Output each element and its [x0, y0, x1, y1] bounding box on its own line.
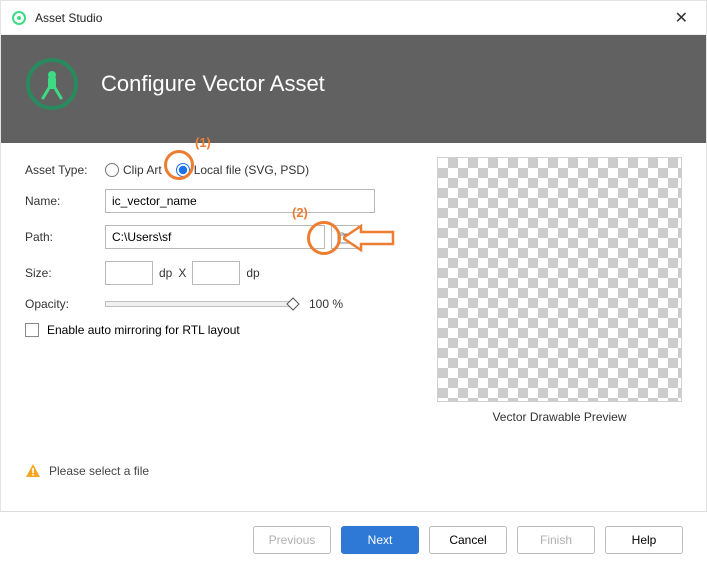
name-row: Name: — [25, 189, 385, 213]
size-row: Size: dp X dp — [25, 261, 385, 285]
opacity-value: 100 % — [309, 297, 349, 311]
size-unit-w: dp — [159, 266, 172, 280]
folder-icon — [337, 230, 353, 244]
window-title: Asset Studio — [35, 11, 667, 25]
size-separator: X — [178, 266, 186, 280]
previous-button[interactable]: Previous — [253, 526, 331, 554]
titlebar: Asset Studio ✕ — [1, 1, 706, 35]
slider-thumb-icon — [286, 297, 300, 311]
opacity-slider[interactable] — [105, 301, 295, 307]
asset-type-label: Asset Type: — [25, 163, 105, 177]
rtl-row[interactable]: Enable auto mirroring for RTL layout — [25, 323, 385, 337]
rtl-label: Enable auto mirroring for RTL layout — [47, 323, 240, 337]
preview-canvas — [437, 157, 682, 402]
warning-text: Please select a file — [49, 464, 149, 478]
warning-message: Please select a file — [25, 463, 149, 479]
opacity-label: Opacity: — [25, 297, 105, 311]
finish-button[interactable]: Finish — [517, 526, 595, 554]
radio-local-file-input[interactable] — [176, 163, 190, 177]
preview-label: Vector Drawable Preview — [437, 410, 682, 424]
page-title: Configure Vector Asset — [101, 71, 325, 97]
size-width-input[interactable] — [105, 261, 153, 285]
radio-clip-art-label: Clip Art — [123, 163, 162, 177]
name-label: Name: — [25, 194, 105, 208]
opacity-row: Opacity: 100 % — [25, 297, 385, 311]
cancel-button[interactable]: Cancel — [429, 526, 507, 554]
next-button[interactable]: Next — [341, 526, 419, 554]
header: Configure Vector Asset — [1, 35, 706, 143]
radio-clip-art[interactable]: Clip Art — [105, 163, 162, 177]
app-icon — [11, 10, 27, 26]
android-studio-logo-icon — [25, 57, 79, 111]
name-input[interactable] — [105, 189, 375, 213]
help-button[interactable]: Help — [605, 526, 683, 554]
preview-panel: Vector Drawable Preview — [437, 157, 682, 424]
content-area: Asset Type: Clip Art Local file (SVG, PS… — [1, 143, 706, 493]
radio-local-file-label: Local file (SVG, PSD) — [194, 163, 309, 177]
footer: Previous Next Cancel Finish Help — [0, 511, 707, 568]
radio-clip-art-input[interactable] — [105, 163, 119, 177]
asset-type-row: Asset Type: Clip Art Local file (SVG, PS… — [25, 163, 385, 177]
size-height-input[interactable] — [192, 261, 240, 285]
radio-local-file[interactable]: Local file (SVG, PSD) — [176, 163, 309, 177]
browse-button[interactable] — [331, 225, 359, 249]
path-label: Path: — [25, 230, 105, 244]
path-input[interactable] — [105, 225, 325, 249]
size-label: Size: — [25, 266, 105, 280]
warning-icon — [25, 463, 41, 479]
close-icon[interactable]: ✕ — [667, 4, 696, 32]
path-row: Path: — [25, 225, 385, 249]
rtl-checkbox[interactable] — [25, 323, 39, 337]
size-unit-h: dp — [246, 266, 259, 280]
